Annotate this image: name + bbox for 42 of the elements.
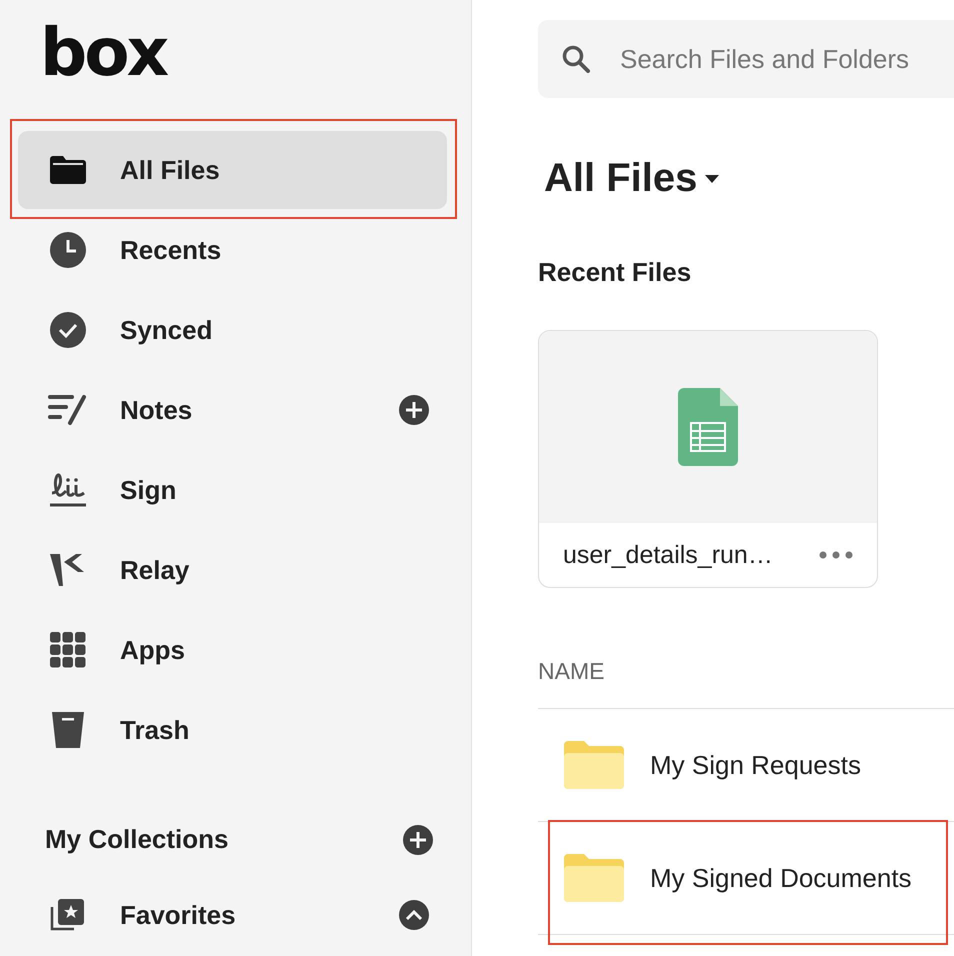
nav-item[interactable]: Apps <box>18 611 447 690</box>
add-button[interactable] <box>399 395 429 426</box>
search-field[interactable]: Search Files and Folders <box>538 20 954 98</box>
star-collection-icon <box>50 897 86 933</box>
column-header[interactable]: NAME <box>538 658 604 684</box>
nav-item[interactable]: Synced <box>18 291 447 370</box>
nav-item[interactable]: Sign <box>18 451 447 530</box>
nav-item[interactable]: Favorites <box>18 876 447 954</box>
section-title: My Collections <box>45 824 230 856</box>
add-button[interactable] <box>403 824 433 855</box>
file-name: user_details_run… <box>563 540 773 570</box>
plus-icon <box>408 830 428 850</box>
folder-name: My Signed Documents <box>650 862 912 894</box>
folder-icon <box>50 156 86 184</box>
nav-item[interactable]: Notes <box>18 371 447 450</box>
folder-row[interactable]: My Sign Requests <box>538 709 954 822</box>
folder-title-dropdown[interactable]: All Files <box>544 156 720 201</box>
flag-icon <box>50 552 86 588</box>
chevron-icon <box>405 909 423 921</box>
plus-icon <box>404 400 424 420</box>
trash-icon <box>52 712 84 748</box>
signature-icon <box>48 471 88 510</box>
nav-item[interactable]: Trash <box>18 691 447 770</box>
folder-name: My Sign Requests <box>650 750 861 780</box>
section-title: Recent Files <box>538 257 692 288</box>
more-icon[interactable] <box>819 551 853 559</box>
clock-icon <box>50 232 86 268</box>
nav-item[interactable]: All Files <box>18 131 447 210</box>
folder-icon <box>564 854 624 902</box>
grid-icon <box>50 632 86 668</box>
spreadsheet-icon <box>678 388 738 466</box>
file-card[interactable]: user_details_run… <box>538 330 878 588</box>
collapse-button[interactable] <box>399 900 429 930</box>
nav-item[interactable]: Relay <box>18 531 447 610</box>
logo: box <box>40 18 168 93</box>
folder-icon <box>564 741 624 789</box>
nav-item[interactable]: Recents <box>18 211 447 290</box>
folder-row[interactable]: My Signed Documents <box>538 822 954 935</box>
check-icon <box>50 312 86 348</box>
caret-icon <box>705 174 720 182</box>
notes-icon <box>48 393 88 428</box>
search-icon <box>562 45 590 73</box>
